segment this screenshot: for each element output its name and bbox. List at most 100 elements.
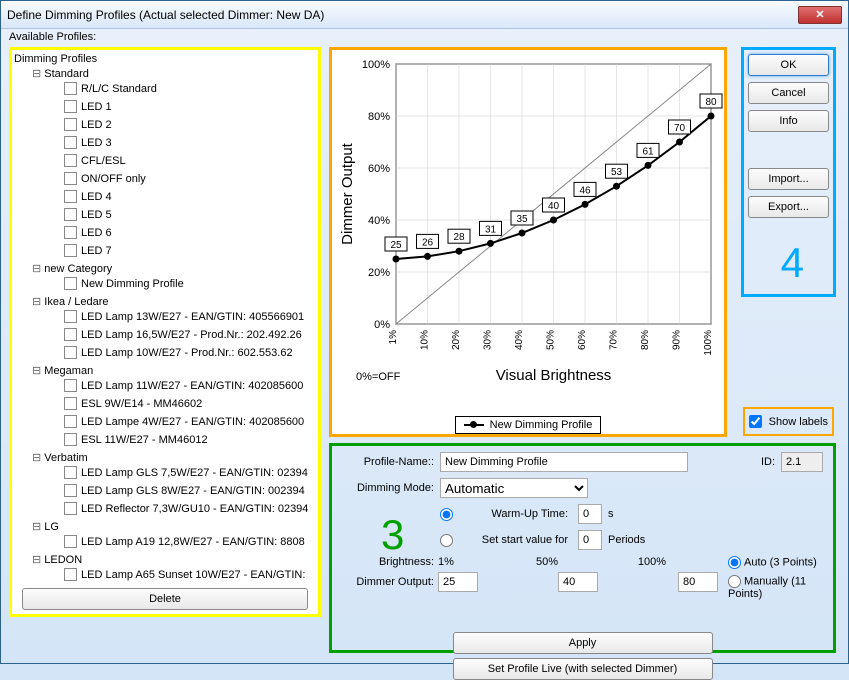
svg-text:90%: 90% (672, 330, 683, 350)
startvalue-radio[interactable] (440, 534, 453, 547)
tree-leaf[interactable]: LED Reflector 7,3W/GU10 - EAN/GTIN: 0239… (14, 501, 316, 519)
set-live-button[interactable]: Set Profile Live (with selected Dimmer) (453, 658, 713, 680)
tree-leaf[interactable]: LED Lamp GLS 7,5W/E27 - EAN/GTIN: 02394 (14, 465, 316, 483)
tree-leaf[interactable]: LED 7 (14, 243, 316, 261)
svg-text:40: 40 (548, 201, 560, 212)
tree-leaf[interactable]: LED Lamp 13W/E27 - EAN/GTIN: 405566901 (14, 309, 316, 327)
auto-3pts-option[interactable]: Auto (3 Points) (728, 556, 823, 569)
tree-leaf[interactable]: LED Lamp A65 Sunset 10W/E27 - EAN/GTIN: (14, 567, 316, 585)
tree-category[interactable]: Megaman (14, 363, 316, 378)
tree-leaf[interactable]: LED Lamp 10W/E27 - Prod.Nr.: 602.553.62 (14, 345, 316, 363)
ok-button[interactable]: OK (748, 54, 829, 76)
tree-category[interactable]: new Category (14, 261, 316, 276)
svg-text:70: 70 (674, 123, 686, 134)
tree-leaf[interactable]: LED 3 (14, 135, 316, 153)
tree-category[interactable]: LG (14, 519, 316, 534)
startvalue-input[interactable] (578, 530, 602, 550)
svg-text:26: 26 (422, 237, 434, 248)
tree-leaf[interactable]: LED Lamp 11W/E27 - EAN/GTIN: 402085600 (14, 378, 316, 396)
svg-text:70%: 70% (609, 330, 620, 350)
svg-text:10%: 10% (420, 330, 431, 350)
svg-text:60%: 60% (577, 330, 588, 350)
warmup-input[interactable] (578, 504, 602, 524)
tree-leaf[interactable]: R/L/C Standard (14, 81, 316, 99)
warmup-radio[interactable] (440, 508, 453, 521)
periods-label: Periods (608, 534, 645, 546)
tree-leaf[interactable]: LED 1 (14, 99, 316, 117)
svg-text:25: 25 (390, 240, 402, 251)
tree-leaf[interactable]: LED Lampe 4W/E27 - EAN/GTIN: 402085600 (14, 414, 316, 432)
svg-text:20%: 20% (368, 267, 390, 279)
svg-text:40%: 40% (514, 330, 525, 350)
startvalue-label: Set start value for (462, 534, 572, 546)
svg-text:Visual Brightness: Visual Brightness (496, 367, 612, 384)
tree-category[interactable]: Standard (14, 66, 316, 81)
svg-text:40%: 40% (368, 215, 390, 227)
dimmer-out-50[interactable] (558, 572, 598, 592)
tree-root[interactable]: Dimming Profiles (14, 52, 316, 66)
svg-text:Dimmer Output: Dimmer Output (339, 142, 356, 245)
tree-leaf[interactable]: LED Lamp 16,5W/E27 - Prod.Nr.: 202.492.2… (14, 327, 316, 345)
id-field (781, 452, 823, 472)
chart-panel: 0%20%40%60%80%100%1%10%20%30%40%50%60%70… (329, 47, 727, 437)
dimmer-out-1[interactable] (438, 572, 478, 592)
apply-button[interactable]: Apply (453, 632, 713, 654)
titlebar: Define Dimming Profiles (Actual selected… (1, 1, 848, 29)
dimming-mode-select[interactable]: Automatic (440, 478, 588, 498)
seconds-label: s (608, 508, 614, 520)
svg-text:61: 61 (642, 146, 654, 157)
svg-text:80: 80 (705, 97, 717, 108)
tree-leaf[interactable]: New Dimming Profile (14, 276, 316, 294)
legend-marker-icon (464, 424, 484, 426)
tree-category[interactable]: Verbatim (14, 450, 316, 465)
tree-leaf[interactable]: ESL 11W/E27 - MM46012 (14, 432, 316, 450)
svg-text:100%: 100% (703, 330, 714, 356)
svg-text:50%: 50% (546, 330, 557, 350)
tree-leaf[interactable]: LED Lamp GLS 8W/E27 - EAN/GTIN: 002394 (14, 483, 316, 501)
info-button[interactable]: Info (748, 110, 829, 132)
delete-button[interactable]: Delete (22, 588, 308, 610)
dimming-mode-label: Dimming Mode: (342, 482, 434, 494)
tree-leaf[interactable]: ON/OFF only (14, 171, 316, 189)
cancel-button[interactable]: Cancel (748, 82, 829, 104)
manual-11pts-radio[interactable] (728, 575, 741, 588)
svg-text:20%: 20% (451, 330, 462, 350)
svg-text:30%: 30% (483, 330, 494, 350)
tree-leaf[interactable]: LED 5 (14, 207, 316, 225)
profile-name-label: Profile-Name:: (342, 456, 434, 468)
tree-leaf[interactable]: LED 6 (14, 225, 316, 243)
svg-text:80%: 80% (640, 330, 651, 350)
dimming-chart: 0%20%40%60%80%100%1%10%20%30%40%50%60%70… (336, 54, 726, 409)
show-labels-checkbox[interactable] (749, 415, 762, 428)
auto-3pts-radio[interactable] (728, 556, 741, 569)
export-button[interactable]: Export... (748, 196, 829, 218)
brightness-1: 1% (438, 556, 488, 568)
tree-leaf[interactable]: LED 2 (14, 117, 316, 135)
legend-text: New Dimming Profile (490, 419, 593, 431)
window-title: Define Dimming Profiles (Actual selected… (7, 8, 798, 22)
tree-category[interactable]: Ikea / Ledare (14, 294, 316, 309)
legend-item: New Dimming Profile (455, 416, 602, 434)
tree-leaf[interactable]: ESL 9W/E14 - MM46602 (14, 396, 316, 414)
tree-leaf[interactable]: LED Lamp A19 12,8W/E27 - EAN/GTIN: 8808 (14, 534, 316, 552)
tree-leaf[interactable]: LED 4 (14, 189, 316, 207)
settings-panel: Profile-Name:: ID: Dimming Mode: Automat… (329, 443, 836, 653)
dimmer-output-label: Dimmer Output: (342, 576, 434, 588)
import-button[interactable]: Import... (748, 168, 829, 190)
tree-category[interactable]: LEDON (14, 552, 316, 567)
svg-text:80%: 80% (368, 111, 390, 123)
profiles-tree[interactable]: Dimming ProfilesStandardR/L/C StandardLE… (12, 50, 318, 588)
svg-text:31: 31 (485, 224, 497, 235)
svg-text:100%: 100% (362, 59, 390, 71)
close-button[interactable]: ✕ (798, 6, 842, 24)
profile-name-input[interactable] (440, 452, 688, 472)
tree-leaf[interactable]: CFL/ESL (14, 153, 316, 171)
profiles-tree-panel: Dimming ProfilesStandardR/L/C StandardLE… (9, 47, 321, 617)
dimmer-out-100[interactable] (678, 572, 718, 592)
show-labels-text: Show labels (769, 416, 828, 428)
svg-text:0%=OFF: 0%=OFF (356, 371, 401, 383)
manual-11pts-option[interactable]: Manually (11 Points) (728, 575, 823, 600)
right-buttons-panel: OK Cancel Info Import... Export... (741, 47, 836, 297)
brightness-100: 100% (606, 556, 666, 568)
svg-text:60%: 60% (368, 163, 390, 175)
